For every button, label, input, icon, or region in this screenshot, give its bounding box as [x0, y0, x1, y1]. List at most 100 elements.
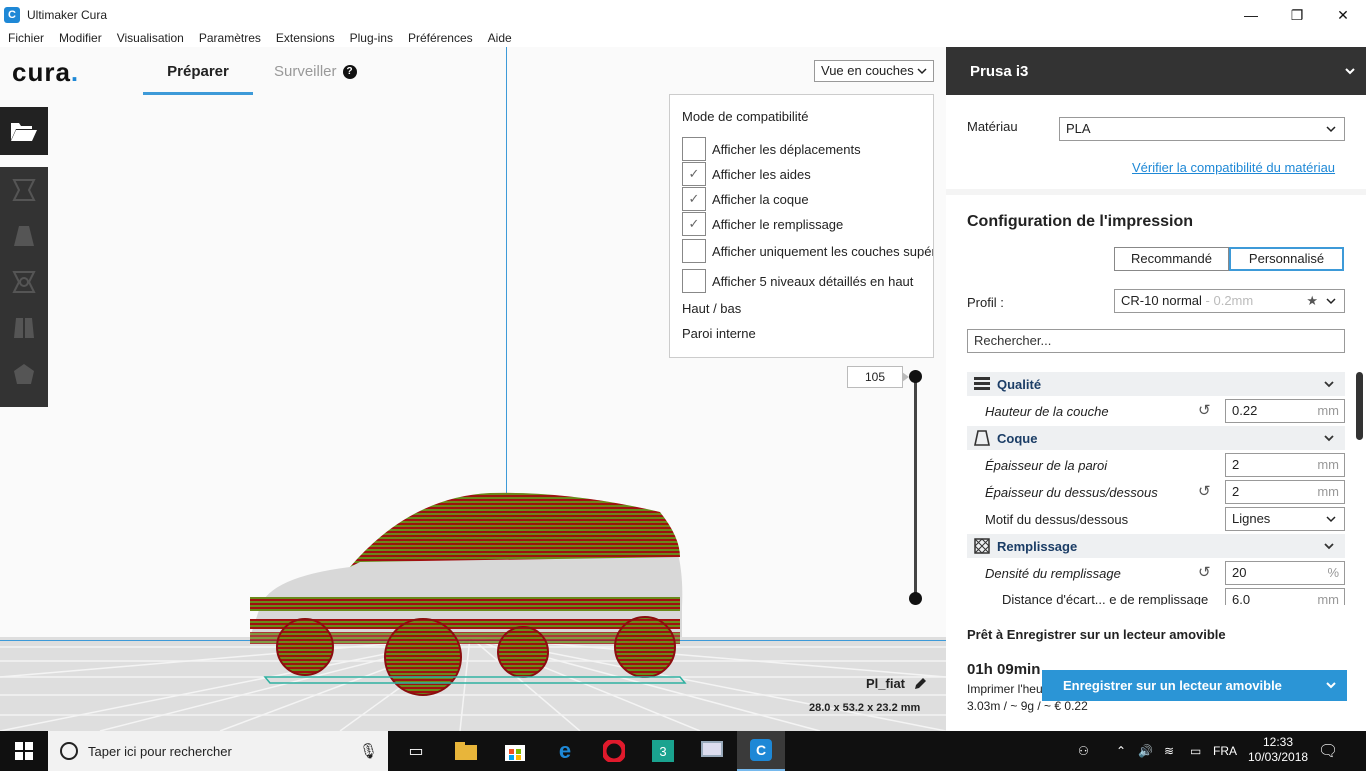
per-model-settings-icon — [14, 364, 34, 384]
menu-aide[interactable]: Aide — [480, 30, 519, 47]
layer-slider-top-handle[interactable] — [909, 370, 922, 383]
compatibility-mode-label: Mode de compatibilité — [682, 109, 809, 124]
chevron-down-icon[interactable] — [1325, 676, 1337, 697]
checkbox-show-infill[interactable]: ✓ Afficher le remplissage — [682, 212, 843, 236]
print-time: 01h 09min — [967, 661, 1041, 678]
task-view-icon[interactable]: ▭ — [392, 731, 440, 771]
settings-search-input[interactable]: Rechercher... — [967, 329, 1345, 353]
category-quality[interactable]: Qualité — [967, 372, 1345, 396]
topbottom-thickness-value: 2 — [1232, 484, 1240, 499]
translate-tool[interactable] — [0, 167, 48, 213]
printer-header[interactable]: Prusa i3 — [946, 47, 1366, 95]
people-icon[interactable]: ⚇ — [1078, 731, 1089, 771]
topbottom-thickness-unit: mm — [1317, 484, 1339, 499]
wall-thickness-input[interactable]: 2 mm — [1225, 453, 1345, 477]
menu-plugins[interactable]: Plug-ins — [342, 30, 400, 47]
recommended-button[interactable]: Recommandé — [1114, 247, 1229, 271]
monitor-app-icon[interactable] — [688, 731, 736, 771]
layer-height-input[interactable]: 0.22 mm — [1225, 399, 1345, 423]
notification-center-icon[interactable]: 🗨 — [1318, 741, 1338, 761]
reset-icon[interactable]: ↺ — [1198, 563, 1211, 581]
edge-browser-icon[interactable]: e — [541, 731, 589, 771]
menu-preferences[interactable]: Préférences — [400, 30, 480, 47]
cura-taskbar-icon[interactable]: C — [737, 731, 785, 771]
print-settings-panel: Matériau PLA Vérifier la compatibilité d… — [946, 95, 1366, 731]
infill-density-input[interactable]: 20 % — [1225, 561, 1345, 585]
checkbox-only-top-layers[interactable]: Afficher uniquement les couches supérieu… — [682, 239, 933, 263]
checkbox-box[interactable] — [682, 239, 706, 263]
save-button-label: Enregistrer sur un lecteur amovible — [1063, 678, 1282, 693]
sliced-car-model[interactable] — [240, 487, 690, 697]
wifi-icon[interactable]: ≋ — [1164, 731, 1174, 771]
setting-topbottom-thickness-label: Épaisseur du dessus/dessous — [985, 485, 1158, 500]
save-to-removable-drive-button[interactable]: Enregistrer sur un lecteur amovible — [1042, 670, 1347, 701]
category-infill[interactable]: Remplissage — [967, 534, 1345, 558]
tab-monitor[interactable]: Surveiller ? — [274, 63, 357, 80]
menu-extensions[interactable]: Extensions — [268, 30, 342, 47]
setting-wall-thickness-label: Épaisseur de la paroi — [985, 458, 1108, 473]
checkbox-show-shell[interactable]: ✓ Afficher la coque — [682, 187, 809, 211]
checkbox-box[interactable]: ✓ — [682, 187, 706, 211]
star-icon[interactable]: ★ — [1306, 290, 1318, 312]
profile-label: Profil : — [967, 295, 1004, 310]
topbottom-pattern-value: Lignes — [1232, 511, 1271, 526]
topbottom-thickness-input[interactable]: 2 mm — [1225, 480, 1345, 504]
topbottom-pattern-select[interactable]: Lignes — [1225, 507, 1345, 531]
chevron-up-icon[interactable]: ⌃ — [1116, 731, 1126, 771]
close-button[interactable]: ✕ — [1320, 0, 1366, 30]
file-explorer-icon[interactable] — [442, 731, 490, 771]
taskbar-search-box[interactable]: Taper ici pour rechercher 🎙 — [48, 731, 388, 771]
rotate-tool[interactable] — [0, 259, 48, 305]
checkbox-box[interactable]: ✓ — [682, 162, 706, 186]
view-mode-select[interactable]: Vue en couches — [814, 60, 934, 82]
category-shell[interactable]: Coque — [967, 426, 1345, 450]
scale-tool[interactable] — [0, 213, 48, 259]
language-indicator[interactable]: FRA — [1213, 731, 1237, 771]
chevron-down-icon — [917, 61, 927, 87]
system-clock[interactable]: 12:33 10/03/2018 — [1248, 735, 1308, 765]
layer-slider-track[interactable] — [914, 377, 917, 599]
setting-infill-density-label: Densité du remplissage — [985, 566, 1121, 581]
minimize-button[interactable]: — — [1228, 0, 1274, 30]
material-compatibility-link[interactable]: Vérifier la compatibilité du matériau — [1132, 160, 1335, 175]
3d-viewport[interactable]: cura. Préparer Surveiller ? Vue en couch… — [0, 47, 946, 731]
checkbox-five-top-layers[interactable]: Afficher 5 niveaux détaillés en haut — [682, 269, 913, 293]
menu-modifier[interactable]: Modifier — [51, 30, 109, 47]
checkbox-show-travels[interactable]: Afficher les déplacements — [682, 137, 861, 161]
volume-icon[interactable]: 🔊 — [1138, 731, 1153, 771]
chevron-down-icon — [1326, 509, 1336, 536]
layer-number-field[interactable]: 105 — [847, 366, 909, 388]
custom-button[interactable]: Personnalisé — [1229, 247, 1344, 271]
tab-prepare[interactable]: Préparer — [143, 63, 253, 95]
menu-fichier[interactable]: Fichier — [0, 30, 51, 47]
mirror-tool[interactable] — [0, 305, 48, 351]
open-file-button[interactable] — [0, 107, 48, 155]
setup-mode-toggle: Recommandé Personnalisé — [1114, 247, 1344, 271]
reset-icon[interactable]: ↺ — [1198, 482, 1211, 500]
profile-select[interactable]: CR-10 normal - 0.2mm ★ — [1114, 289, 1345, 313]
menu-parametres[interactable]: Paramètres — [191, 30, 268, 47]
checkbox-box[interactable] — [682, 137, 706, 161]
per-model-settings-tool[interactable] — [0, 351, 48, 397]
microphone-icon[interactable]: 🎙 — [359, 742, 378, 760]
checkbox-box[interactable] — [682, 269, 706, 293]
material-select[interactable]: PLA — [1059, 117, 1345, 141]
maximize-button[interactable]: ❐ — [1274, 0, 1320, 30]
3d-builder-icon[interactable]: 3 — [639, 731, 687, 771]
reset-icon[interactable]: ↺ — [1198, 401, 1211, 419]
layer-slider-bottom-handle[interactable] — [909, 592, 922, 605]
settings-scrollbar[interactable] — [1356, 372, 1363, 440]
store-icon[interactable] — [491, 731, 539, 771]
start-button[interactable] — [0, 731, 48, 771]
checkbox-show-helpers[interactable]: ✓ Afficher les aides — [682, 162, 811, 186]
checkbox-box[interactable]: ✓ — [682, 212, 706, 236]
move-icon — [12, 179, 36, 201]
menu-visualisation[interactable]: Visualisation — [109, 30, 191, 47]
print-summary-section: Prêt à Enregistrer sur un lecteur amovib… — [946, 605, 1366, 731]
pencil-icon[interactable] — [913, 677, 927, 691]
help-icon[interactable]: ? — [342, 64, 357, 79]
opera-browser-icon[interactable] — [590, 731, 638, 771]
profile-value: CR-10 normal — [1121, 293, 1202, 308]
checkbox-label: Afficher les aides — [712, 166, 811, 182]
battery-icon[interactable]: ▭ — [1190, 731, 1201, 771]
